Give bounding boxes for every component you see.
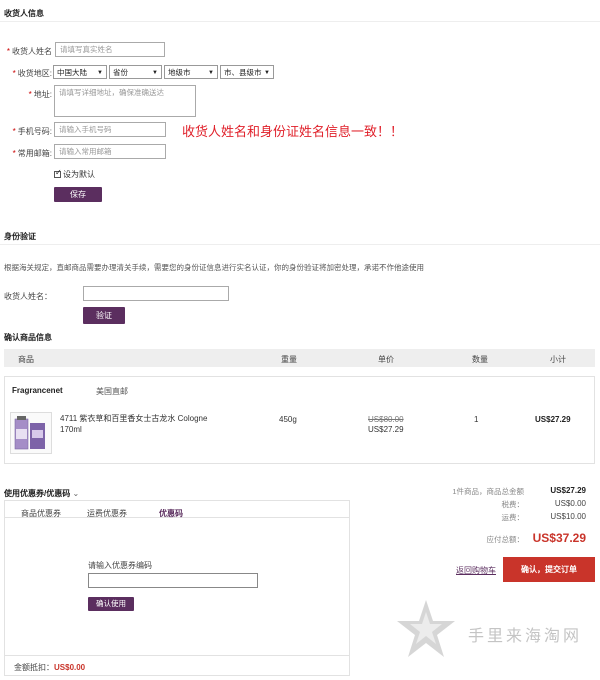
tax-value: US$0.00 [554,499,586,508]
chevron-down-icon: ▼ [264,70,270,76]
product-weight: 450g [279,415,297,424]
chevron-down-icon: ▼ [152,70,158,76]
phone-input[interactable]: 请输入手机号码 [54,122,166,137]
save-button[interactable]: 保存 [54,187,102,202]
discount-value: US$0.00 [54,663,86,672]
col-product: 商品 [18,355,34,364]
store-name: Fragrancenet [12,386,63,395]
watermark-text: 手里来海淘网 [468,626,583,645]
total-value: US$37.29 [532,531,586,545]
verify-button[interactable]: 验证 [83,307,125,324]
tab-shipping-coupon[interactable]: 运费优惠券 [87,508,127,519]
order-section-title: 确认商品信息 [4,333,52,342]
phone-label: * 手机号码: [12,127,52,136]
city-select[interactable]: 地级市 ▼ [164,65,218,79]
name-consistency-note: 收货人姓名和身份证姓名信息一致！！ [182,125,404,140]
region-label: * 收货地区: [12,69,52,78]
order-table-header: 商品 重量 单价 数量 小计 [4,349,595,367]
address-label: * 地址: [28,90,52,99]
country-select[interactable]: 中国大陆 ▼ [53,65,107,79]
chevron-down-icon: ▼ [208,70,214,76]
coupon-code-label: 请输入优惠券编码 [88,561,152,570]
original-price: US$80.00 [368,415,404,424]
set-default-checkbox[interactable]: 设为默认 [54,168,95,180]
chevron-down-icon: ⌄ [72,489,80,498]
discount-divider [5,655,349,656]
checkbox-checked-icon [54,168,62,179]
goods-total-value: US$27.29 [550,486,586,495]
product-image[interactable] [10,412,52,454]
col-unit-price: 单价 [378,355,394,364]
receiver-name-input[interactable]: 请填写真实姓名 [55,42,165,57]
district-select[interactable]: 市、县级市 ▼ [220,65,274,79]
unit-price: US$27.29 [368,425,404,434]
item-subtotal: US$27.29 [535,415,571,424]
shipping-section-title: 收货人信息 [4,9,44,18]
shipping-type: 美国直邮 [96,387,128,396]
tab-product-coupon[interactable]: 商品优惠券 [21,508,61,519]
coupon-section-toggle[interactable]: 使用优惠券/优惠码 ⌄ [4,488,79,499]
confirm-coupon-button[interactable]: 确认使用 [88,597,134,611]
province-select[interactable]: 省份 ▼ [109,65,162,79]
shipping-fee-value: US$10.00 [550,512,586,521]
divider [0,244,600,245]
tab-coupon-code[interactable]: 优惠码 [159,508,183,519]
col-subtotal: 小计 [550,355,566,364]
id-name-input[interactable] [83,286,229,301]
star-logo-icon [397,600,455,657]
product-quantity: 1 [474,415,479,424]
tax-label: 税费： [501,500,525,509]
discount-label: 金额抵扣：US$0.00 [14,663,86,672]
address-textarea[interactable]: 请填写详细地址，确保准确送达 [54,85,196,117]
divider [0,21,600,22]
coupon-code-input[interactable] [88,573,258,588]
back-to-cart-link[interactable]: 返回购物车 [456,565,496,576]
shipping-fee-label: 运费： [501,513,525,522]
submit-order-button[interactable]: 确认，提交订单 [503,557,595,582]
email-label: * 常用邮箱: [12,149,52,158]
email-input[interactable]: 请输入常用邮箱 [54,144,166,159]
identity-description: 根据海关规定，直邮商品需要办理清关手续，需要您的身份证信息进行实名认证，你的身份… [4,263,424,272]
name-label: * 收货人姓名 [6,47,52,56]
col-weight: 重量 [281,355,297,364]
id-name-label: 收货人姓名： [4,292,52,301]
total-label: 应付总额： [486,535,525,544]
chevron-down-icon: ▼ [97,70,103,76]
perfume-bottle-image [14,416,45,450]
goods-total-label: 1件商品，商品总金额 [452,487,524,496]
identity-section-title: 身份验证 [4,232,36,241]
col-quantity: 数量 [472,355,488,364]
product-name[interactable]: 4711 紫衣草和百里香女士古龙水 Cologne 170ml [60,413,220,435]
coupon-panel [4,500,350,676]
